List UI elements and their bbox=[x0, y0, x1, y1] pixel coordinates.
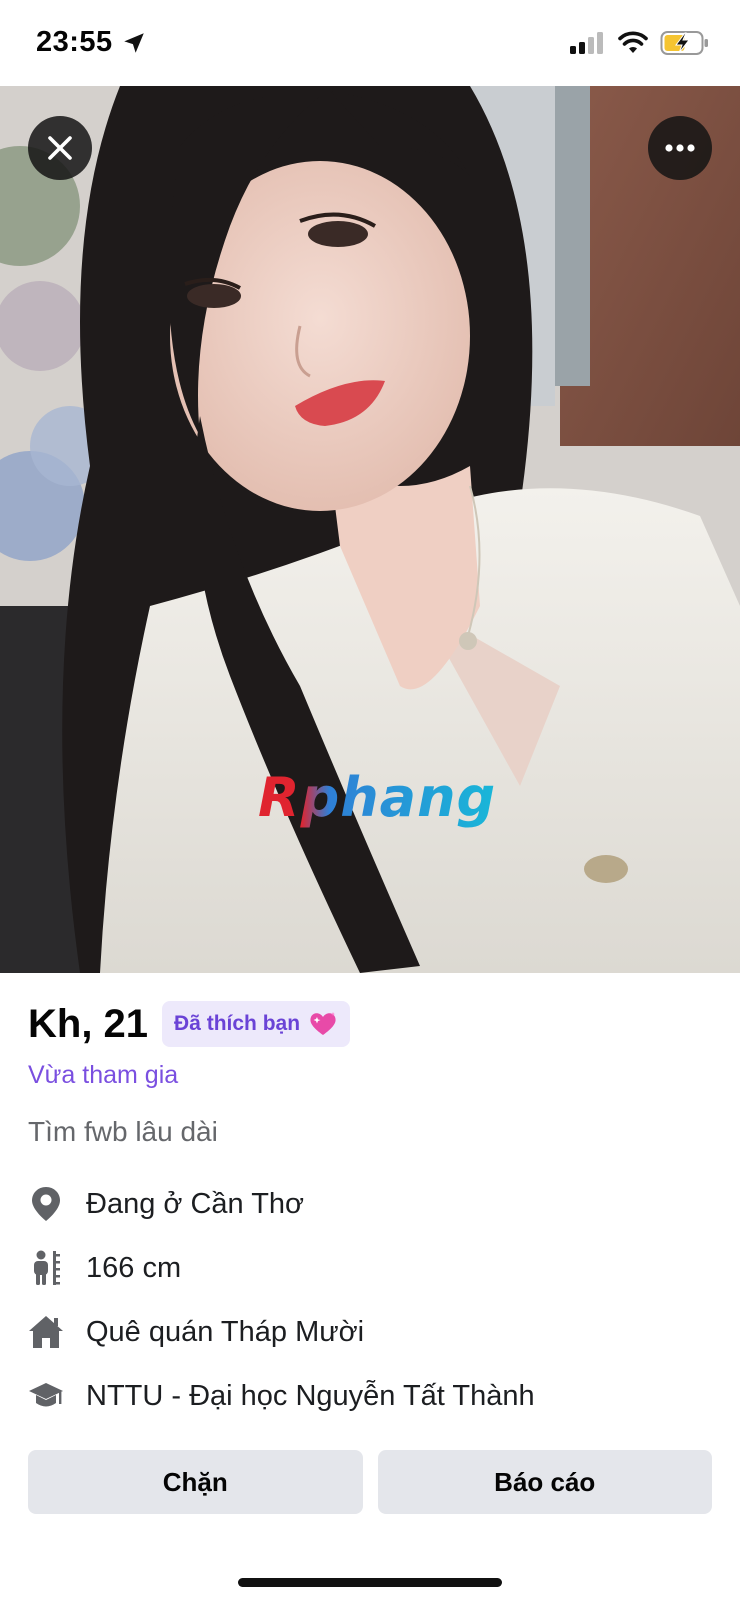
status-time: 23:55 bbox=[36, 26, 147, 59]
detail-hometown: Quê quán Tháp Mười bbox=[28, 1300, 712, 1364]
detail-location: Đang ở Cần Thơ bbox=[28, 1172, 712, 1236]
watermark: Rphang bbox=[258, 766, 497, 829]
name-age: Kh, 21 bbox=[28, 1001, 149, 1046]
status-icons bbox=[570, 30, 710, 56]
detail-height: 166 cm bbox=[28, 1236, 712, 1300]
name-row: Kh, 21 Đã thích bạn bbox=[28, 1001, 712, 1047]
more-options-button[interactable] bbox=[648, 116, 712, 180]
home-indicator[interactable] bbox=[238, 1578, 502, 1587]
report-button[interactable]: Báo cáo bbox=[377, 1450, 712, 1514]
profile-photo-image bbox=[0, 86, 740, 973]
profile-photo[interactable]: Rphang bbox=[0, 86, 740, 973]
status-bar: 23:55 bbox=[0, 0, 740, 86]
location-arrow-icon bbox=[123, 32, 144, 53]
graduation-cap-icon bbox=[28, 1378, 64, 1414]
height-icon bbox=[28, 1250, 64, 1286]
looking-for: Tìm fwb lâu dài bbox=[28, 1116, 218, 1147]
profile-info: Kh, 21 Đã thích bạn Vừa tham gia Tìm fwb… bbox=[0, 973, 740, 1428]
close-button[interactable] bbox=[28, 116, 92, 180]
detail-education-text: NTTU - Đại học Nguyễn Tất Thành bbox=[86, 1379, 535, 1412]
clock-text: 23:55 bbox=[36, 26, 113, 58]
liked-you-badge: Đã thích bạn bbox=[162, 1001, 351, 1047]
detail-height-text: 166 cm bbox=[86, 1251, 182, 1284]
detail-education: NTTU - Đại học Nguyễn Tất Thành bbox=[28, 1364, 712, 1428]
liked-badge-label: Đã thích bạn bbox=[174, 1012, 301, 1035]
cellular-signal-icon bbox=[570, 32, 603, 54]
action-buttons: Chặn Báo cáo bbox=[28, 1450, 712, 1514]
detail-list: Đang ở Cần Thơ 166 cm Quê quán Tháp Mười… bbox=[28, 1172, 712, 1428]
wifi-icon bbox=[618, 31, 648, 53]
detail-hometown-text: Quê quán Tháp Mười bbox=[86, 1315, 365, 1348]
home-icon bbox=[28, 1314, 64, 1350]
detail-location-text: Đang ở Cần Thơ bbox=[86, 1187, 305, 1220]
joined-status: Vừa tham gia bbox=[28, 1061, 179, 1089]
sparkling-heart-icon bbox=[310, 1012, 336, 1035]
close-icon bbox=[48, 136, 72, 160]
location-pin-icon bbox=[28, 1186, 64, 1222]
battery-charging-icon bbox=[660, 31, 708, 55]
more-horizontal-icon bbox=[665, 144, 695, 152]
block-button[interactable]: Chặn bbox=[28, 1450, 363, 1514]
